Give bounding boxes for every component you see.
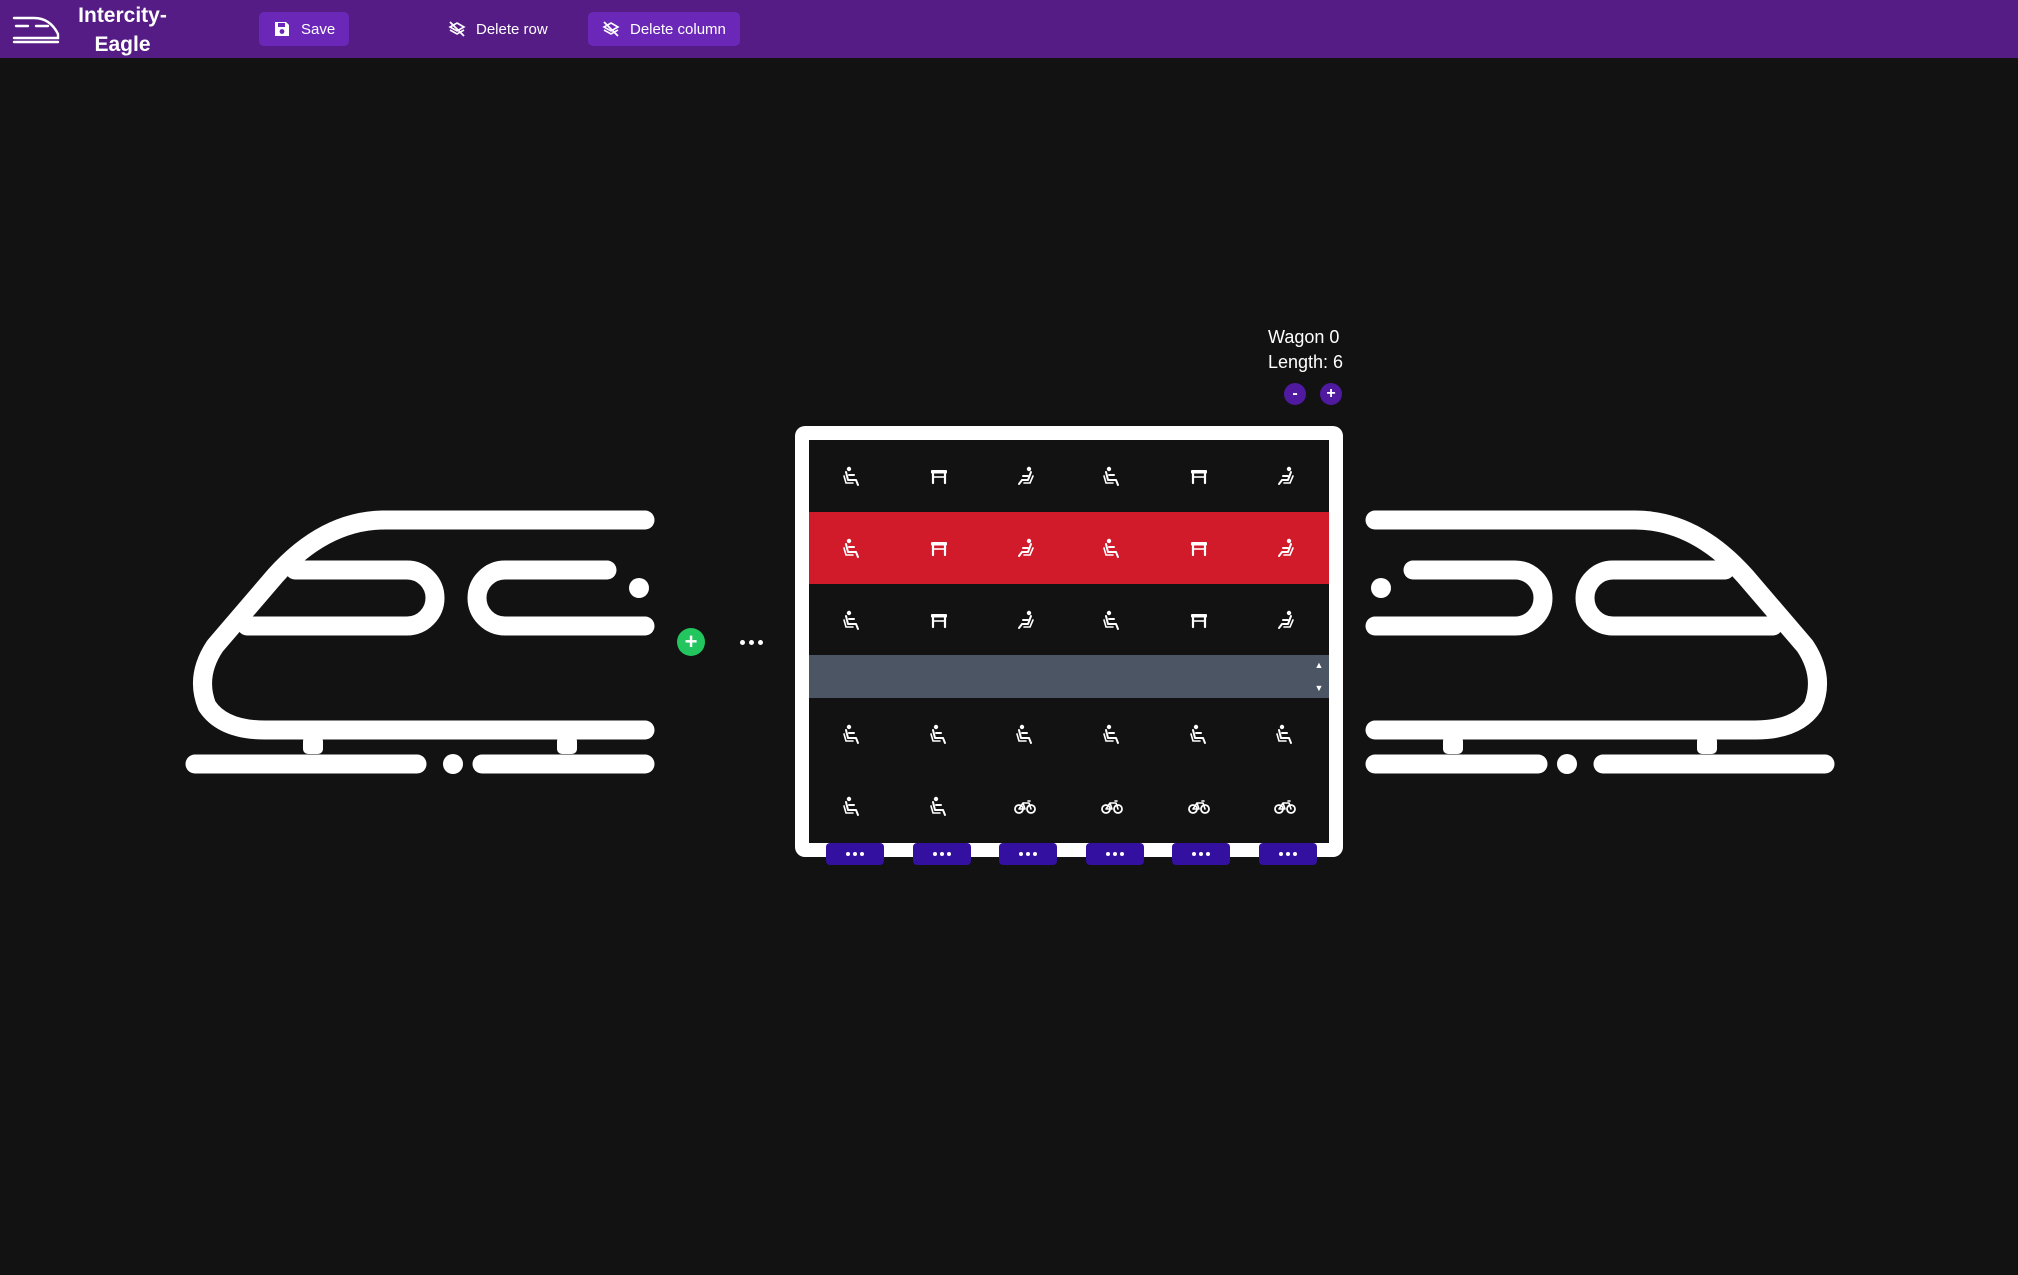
wagon-row[interactable]	[809, 512, 1329, 584]
seat-icon	[1188, 723, 1210, 745]
column-options-button[interactable]	[1172, 843, 1231, 865]
train-icon	[12, 16, 60, 44]
seat-cell[interactable]	[809, 440, 896, 512]
table-icon	[1188, 465, 1210, 487]
seat-icon	[841, 537, 863, 559]
locomotive-right-icon	[1365, 510, 1835, 774]
save-label: Save	[301, 20, 336, 38]
seat-icon	[1101, 609, 1123, 631]
recliner-icon	[1014, 537, 1036, 559]
table-icon	[1188, 609, 1210, 631]
column-options-button[interactable]	[912, 843, 971, 865]
seat-icon	[928, 723, 950, 745]
spin-down-icon[interactable]: ▼	[1313, 682, 1325, 694]
seat-cell[interactable]	[1069, 440, 1156, 512]
seat-cell[interactable]	[982, 440, 1069, 512]
seat-cell[interactable]	[1155, 698, 1242, 770]
recliner-icon	[1274, 609, 1296, 631]
seat-cell[interactable]	[896, 512, 983, 584]
seat-icon	[841, 795, 863, 817]
table-icon	[928, 537, 950, 559]
seat-icon	[841, 465, 863, 487]
row-divider[interactable]: ▲ ▼	[809, 655, 1329, 698]
column-options-button[interactable]	[1085, 843, 1144, 865]
wagon-length: Length: 6	[1268, 352, 1344, 372]
wagon-row[interactable]	[809, 584, 1329, 656]
top-bar: Intercity-Eagle Save Delete row Delete c…	[0, 0, 2018, 58]
table-icon	[1188, 537, 1210, 559]
column-options-button[interactable]	[999, 843, 1058, 865]
seat-cell[interactable]	[896, 584, 983, 656]
delete-row-label: Delete row	[476, 20, 548, 38]
seat-icon	[1101, 723, 1123, 745]
seat-icon	[841, 609, 863, 631]
layers-off-icon	[448, 21, 466, 37]
app-title: Intercity-Eagle	[78, 4, 167, 56]
locomotive-left-icon	[185, 510, 655, 774]
seat-cell[interactable]	[809, 512, 896, 584]
seat-icon	[1101, 537, 1123, 559]
seat-cell[interactable]	[1069, 512, 1156, 584]
recliner-icon	[1014, 465, 1036, 487]
seat-cell[interactable]	[1069, 584, 1156, 656]
seat-cell[interactable]	[809, 698, 896, 770]
wagon-row[interactable]	[809, 440, 1329, 512]
wagon-row[interactable]	[809, 770, 1329, 842]
seat-cell[interactable]	[809, 584, 896, 656]
delete-row-button[interactable]: Delete row	[434, 12, 562, 46]
bicycle-icon	[1014, 795, 1037, 817]
dot-icon	[739, 639, 745, 645]
table-icon	[928, 465, 950, 487]
wagon-info: Wagon 0 Length: 6	[1268, 325, 1343, 375]
delete-column-button[interactable]: Delete column	[588, 12, 740, 46]
seat-cell[interactable]	[982, 698, 1069, 770]
wagon-row[interactable]	[809, 698, 1329, 770]
recliner-icon	[1274, 465, 1296, 487]
seat-cell[interactable]	[809, 770, 896, 842]
table-icon	[928, 609, 950, 631]
recliner-icon	[1274, 537, 1296, 559]
seat-cell[interactable]	[1242, 440, 1329, 512]
seat-icon	[1274, 723, 1296, 745]
bicycle-icon	[1101, 795, 1123, 817]
seat-icon	[1101, 465, 1123, 487]
save-icon	[275, 22, 289, 36]
column-options-button[interactable]	[826, 843, 884, 865]
seat-cell[interactable]	[1242, 584, 1329, 656]
seat-cell[interactable]	[982, 584, 1069, 656]
bicycle-icon	[1274, 795, 1297, 817]
dot-icon	[757, 639, 763, 645]
dot-icon	[748, 639, 754, 645]
seat-icon	[928, 795, 950, 817]
spin-up-icon[interactable]: ▲	[1313, 659, 1325, 671]
seat-cell[interactable]	[1155, 512, 1242, 584]
seat-cell[interactable]	[982, 512, 1069, 584]
delete-column-label: Delete column	[630, 20, 726, 38]
more-options-button[interactable]	[737, 632, 765, 652]
bicycle-icon	[1187, 795, 1210, 817]
seat-cell[interactable]	[1155, 440, 1242, 512]
seat-cell[interactable]	[1155, 584, 1242, 656]
column-options-button[interactable]	[1259, 843, 1317, 865]
wagon-grid: ▲ ▼	[795, 426, 1343, 857]
seat-cell[interactable]	[896, 698, 983, 770]
seat-cell[interactable]	[1242, 512, 1329, 584]
seat-cell[interactable]	[896, 770, 983, 842]
seat-cell[interactable]	[1242, 698, 1329, 770]
seat-cell[interactable]	[1242, 770, 1329, 842]
seat-cell[interactable]	[1155, 770, 1242, 842]
seat-icon	[1014, 723, 1036, 745]
add-wagon-button[interactable]: +	[677, 628, 705, 656]
seat-icon	[841, 723, 863, 745]
decrease-length-button[interactable]: -	[1284, 383, 1306, 405]
seat-cell[interactable]	[1069, 770, 1156, 842]
seat-cell[interactable]	[982, 770, 1069, 842]
seat-cell[interactable]	[896, 440, 983, 512]
recliner-icon	[1014, 609, 1036, 631]
seat-cell[interactable]	[1069, 698, 1156, 770]
save-button[interactable]: Save	[259, 12, 350, 46]
layers-off-icon	[602, 21, 620, 37]
increase-length-button[interactable]: +	[1320, 383, 1342, 405]
wagon-name: Wagon 0	[1268, 327, 1340, 347]
